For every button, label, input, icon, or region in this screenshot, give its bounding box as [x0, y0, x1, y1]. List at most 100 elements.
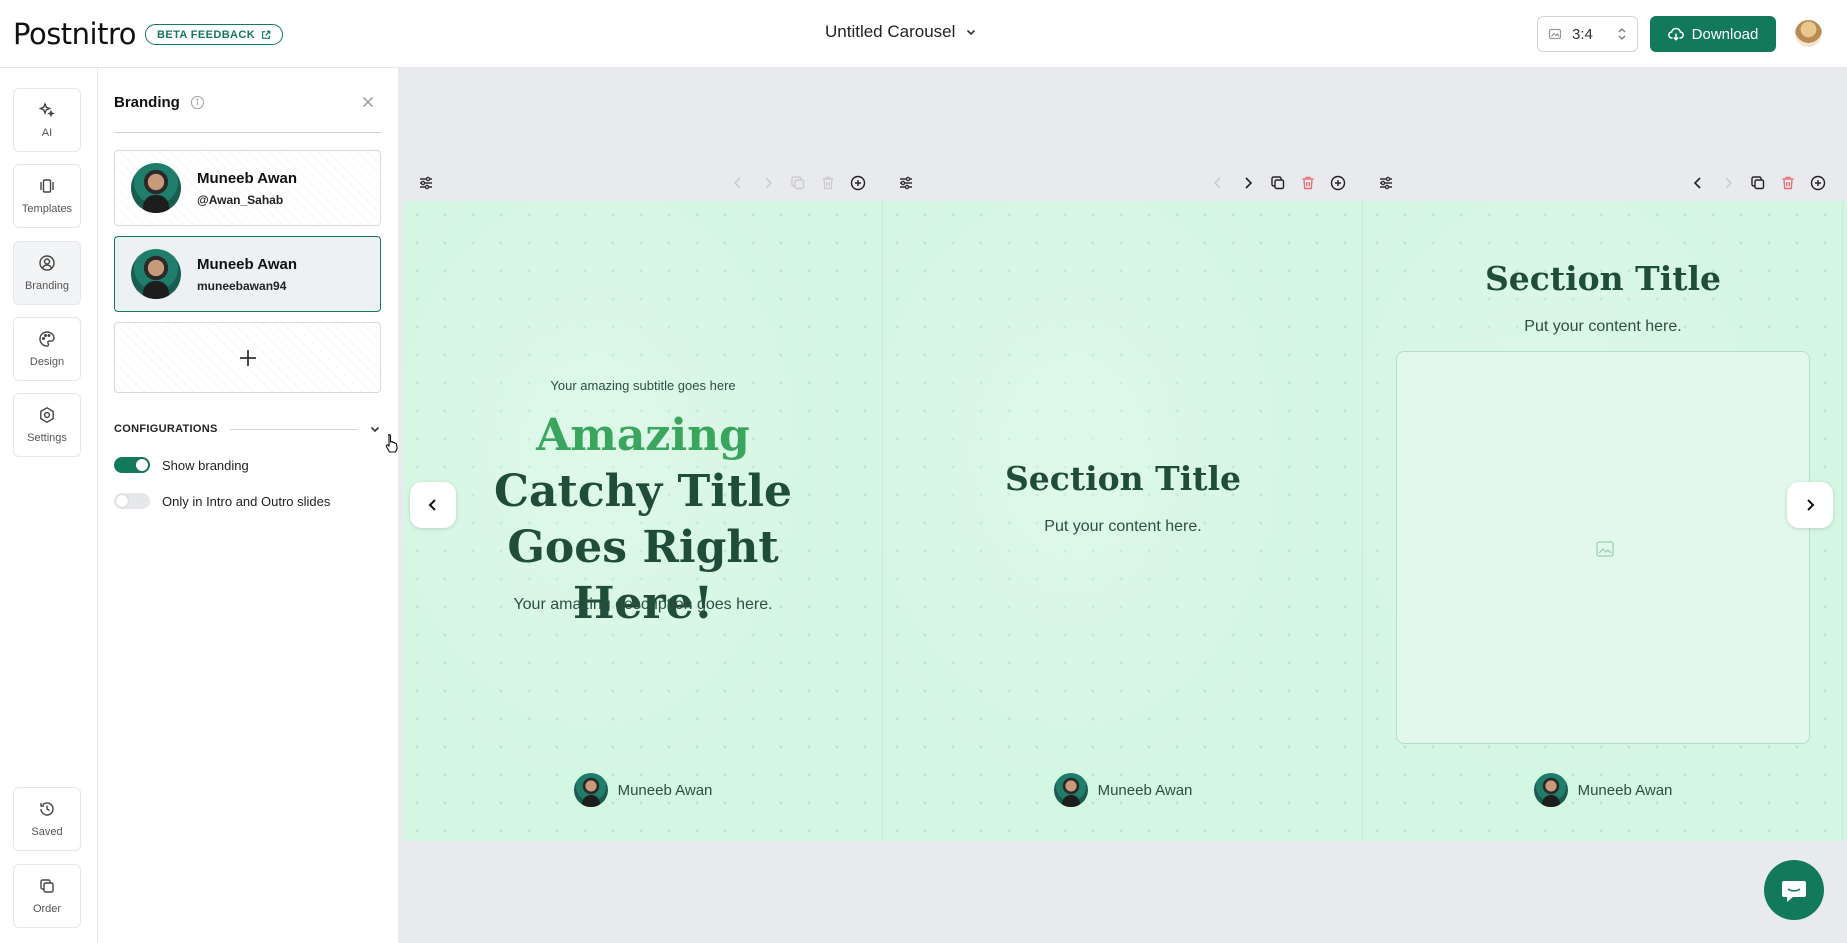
slide-description[interactable]: Your amazing description goes here.	[403, 596, 883, 614]
chevron-left-icon[interactable]	[1210, 175, 1226, 191]
configurations-label: CONFIGURATIONS	[114, 423, 218, 435]
carousel-title-dropdown[interactable]: Untitled Carousel	[825, 22, 977, 42]
hand-pointer-cursor	[385, 433, 398, 453]
carousel-title: Untitled Carousel	[825, 22, 956, 41]
slide-subtitle[interactable]: Your amazing subtitle goes here	[403, 378, 883, 393]
user-avatar[interactable]	[1795, 20, 1822, 47]
show-branding-toggle[interactable]	[114, 457, 150, 473]
add-brand-button[interactable]	[114, 322, 381, 393]
show-branding-toggle-row[interactable]: Show branding	[114, 457, 249, 473]
rail-item-label: Templates	[21, 203, 73, 215]
rail-item-settings[interactable]: Settings	[13, 393, 81, 457]
image-icon	[1596, 541, 1614, 557]
chevron-left-icon	[428, 499, 436, 511]
add-slide-icon[interactable]	[1810, 175, 1826, 191]
aspect-ratio-select[interactable]: 3:4	[1537, 16, 1638, 52]
chevron-right-icon[interactable]	[1240, 175, 1256, 191]
configurations-header[interactable]: CONFIGURATIONS	[114, 421, 381, 437]
toggle-label: Show branding	[162, 457, 249, 473]
brand-card-selected[interactable]: Muneeb Awan muneebawan94	[114, 236, 381, 312]
slide-section-image[interactable]: Section Title Put your content here. Mun…	[1363, 201, 1843, 841]
trash-icon[interactable]	[1300, 175, 1316, 191]
slides-strip: Your amazing subtitle goes here Amazing …	[403, 201, 1847, 841]
trash-icon[interactable]	[820, 175, 836, 191]
rail-item-order[interactable]: Order	[13, 864, 81, 928]
title-accent: Amazing	[536, 410, 750, 461]
chevron-left-icon[interactable]	[730, 175, 746, 191]
duplicate-icon[interactable]	[790, 175, 806, 191]
author-avatar	[573, 773, 608, 807]
copy-icon	[40, 879, 54, 893]
slide-author: Muneeb Awan	[883, 773, 1363, 807]
slide-author: Muneeb Awan	[1363, 773, 1843, 807]
chevron-right-icon[interactable]	[1720, 175, 1736, 191]
section-body[interactable]: Put your content here.	[1363, 318, 1843, 336]
rail-item-saved[interactable]: Saved	[13, 787, 81, 851]
rail-item-label: Saved	[31, 826, 63, 838]
author-avatar	[1053, 773, 1088, 807]
brand-handle: @Awan_Sahab	[197, 192, 284, 207]
chevron-left-icon[interactable]	[1690, 175, 1706, 191]
brand-card[interactable]: Muneeb Awan @Awan_Sahab	[114, 150, 381, 226]
slide-section[interactable]: Section Title Put your content here. Mun…	[883, 201, 1363, 841]
author-name: Muneeb Awan	[1097, 781, 1193, 799]
chat-support-button[interactable]	[1764, 860, 1824, 920]
panel-title: Branding	[114, 94, 205, 111]
app-logo[interactable]: Postnitro	[13, 17, 137, 51]
carousel-prev-button[interactable]	[410, 482, 456, 528]
image-frame-icon	[1548, 28, 1562, 40]
toggle-label: Only in Intro and Outro slides	[162, 493, 331, 509]
branding-panel: Branding Muneeb Awan @Awan_Sahab Muneeb …	[98, 68, 399, 943]
external-link-icon	[262, 30, 271, 39]
add-slide-icon[interactable]	[850, 175, 866, 191]
image-placeholder[interactable]	[1396, 351, 1810, 744]
chevron-right-icon[interactable]	[760, 175, 776, 191]
author-name: Muneeb Awan	[617, 781, 713, 799]
panel-title-text: Branding	[114, 94, 180, 111]
rail-item-label: Branding	[24, 280, 70, 292]
sparkles-icon	[38, 102, 55, 118]
slide-author: Muneeb Awan	[403, 773, 883, 807]
close-icon[interactable]	[360, 94, 376, 110]
beta-feedback-badge[interactable]: BETA FEEDBACK	[145, 24, 284, 45]
settings-icon	[40, 406, 54, 424]
slide-intro[interactable]: Your amazing subtitle goes here Amazing …	[403, 201, 883, 841]
palette-icon	[39, 331, 55, 347]
author-avatar	[1533, 773, 1568, 807]
duplicate-icon[interactable]	[1750, 175, 1766, 191]
select-arrows-icon	[1618, 28, 1626, 40]
rail-item-label: Design	[29, 356, 65, 368]
intro-outro-only-toggle-row[interactable]: Only in Intro and Outro slides	[114, 493, 330, 509]
left-rail: AI Templates Branding Design Settings Sa…	[0, 68, 98, 943]
brand-avatar	[131, 249, 181, 299]
beta-feedback-label: BETA FEEDBACK	[157, 28, 256, 41]
brand-avatar	[131, 163, 181, 213]
slide-settings-icon[interactable]	[418, 175, 434, 191]
section-title[interactable]: Section Title	[1363, 259, 1843, 298]
intro-outro-only-toggle[interactable]	[114, 493, 150, 509]
section-title[interactable]: Section Title	[883, 459, 1363, 498]
rail-item-label: Settings	[27, 432, 67, 444]
section-body[interactable]: Put your content here.	[883, 518, 1363, 536]
history-icon	[40, 802, 54, 816]
rail-item-design[interactable]: Design	[13, 317, 81, 381]
rail-item-branding[interactable]: Branding	[13, 241, 81, 305]
app-header: Postnitro BETA FEEDBACK Untitled Carouse…	[0, 0, 1847, 68]
trash-icon[interactable]	[1780, 175, 1796, 191]
info-icon[interactable]	[190, 95, 205, 110]
slide-settings-icon[interactable]	[898, 175, 914, 191]
brand-name: Muneeb Awan	[197, 255, 298, 273]
slide-settings-icon[interactable]	[1378, 175, 1394, 191]
rail-item-templates[interactable]: Templates	[13, 164, 81, 228]
rail-item-label: Order	[32, 903, 62, 915]
add-slide-icon[interactable]	[1330, 175, 1346, 191]
brand-name: Muneeb Awan	[197, 169, 298, 187]
download-button[interactable]: Download	[1650, 16, 1776, 52]
divider	[114, 132, 381, 133]
rail-item-ai[interactable]: AI	[13, 88, 81, 152]
divider	[229, 428, 357, 430]
carousel-next-button[interactable]	[1787, 482, 1833, 528]
duplicate-icon[interactable]	[1270, 175, 1286, 191]
chevron-right-icon	[1807, 499, 1815, 511]
user-circle-icon	[39, 255, 55, 271]
